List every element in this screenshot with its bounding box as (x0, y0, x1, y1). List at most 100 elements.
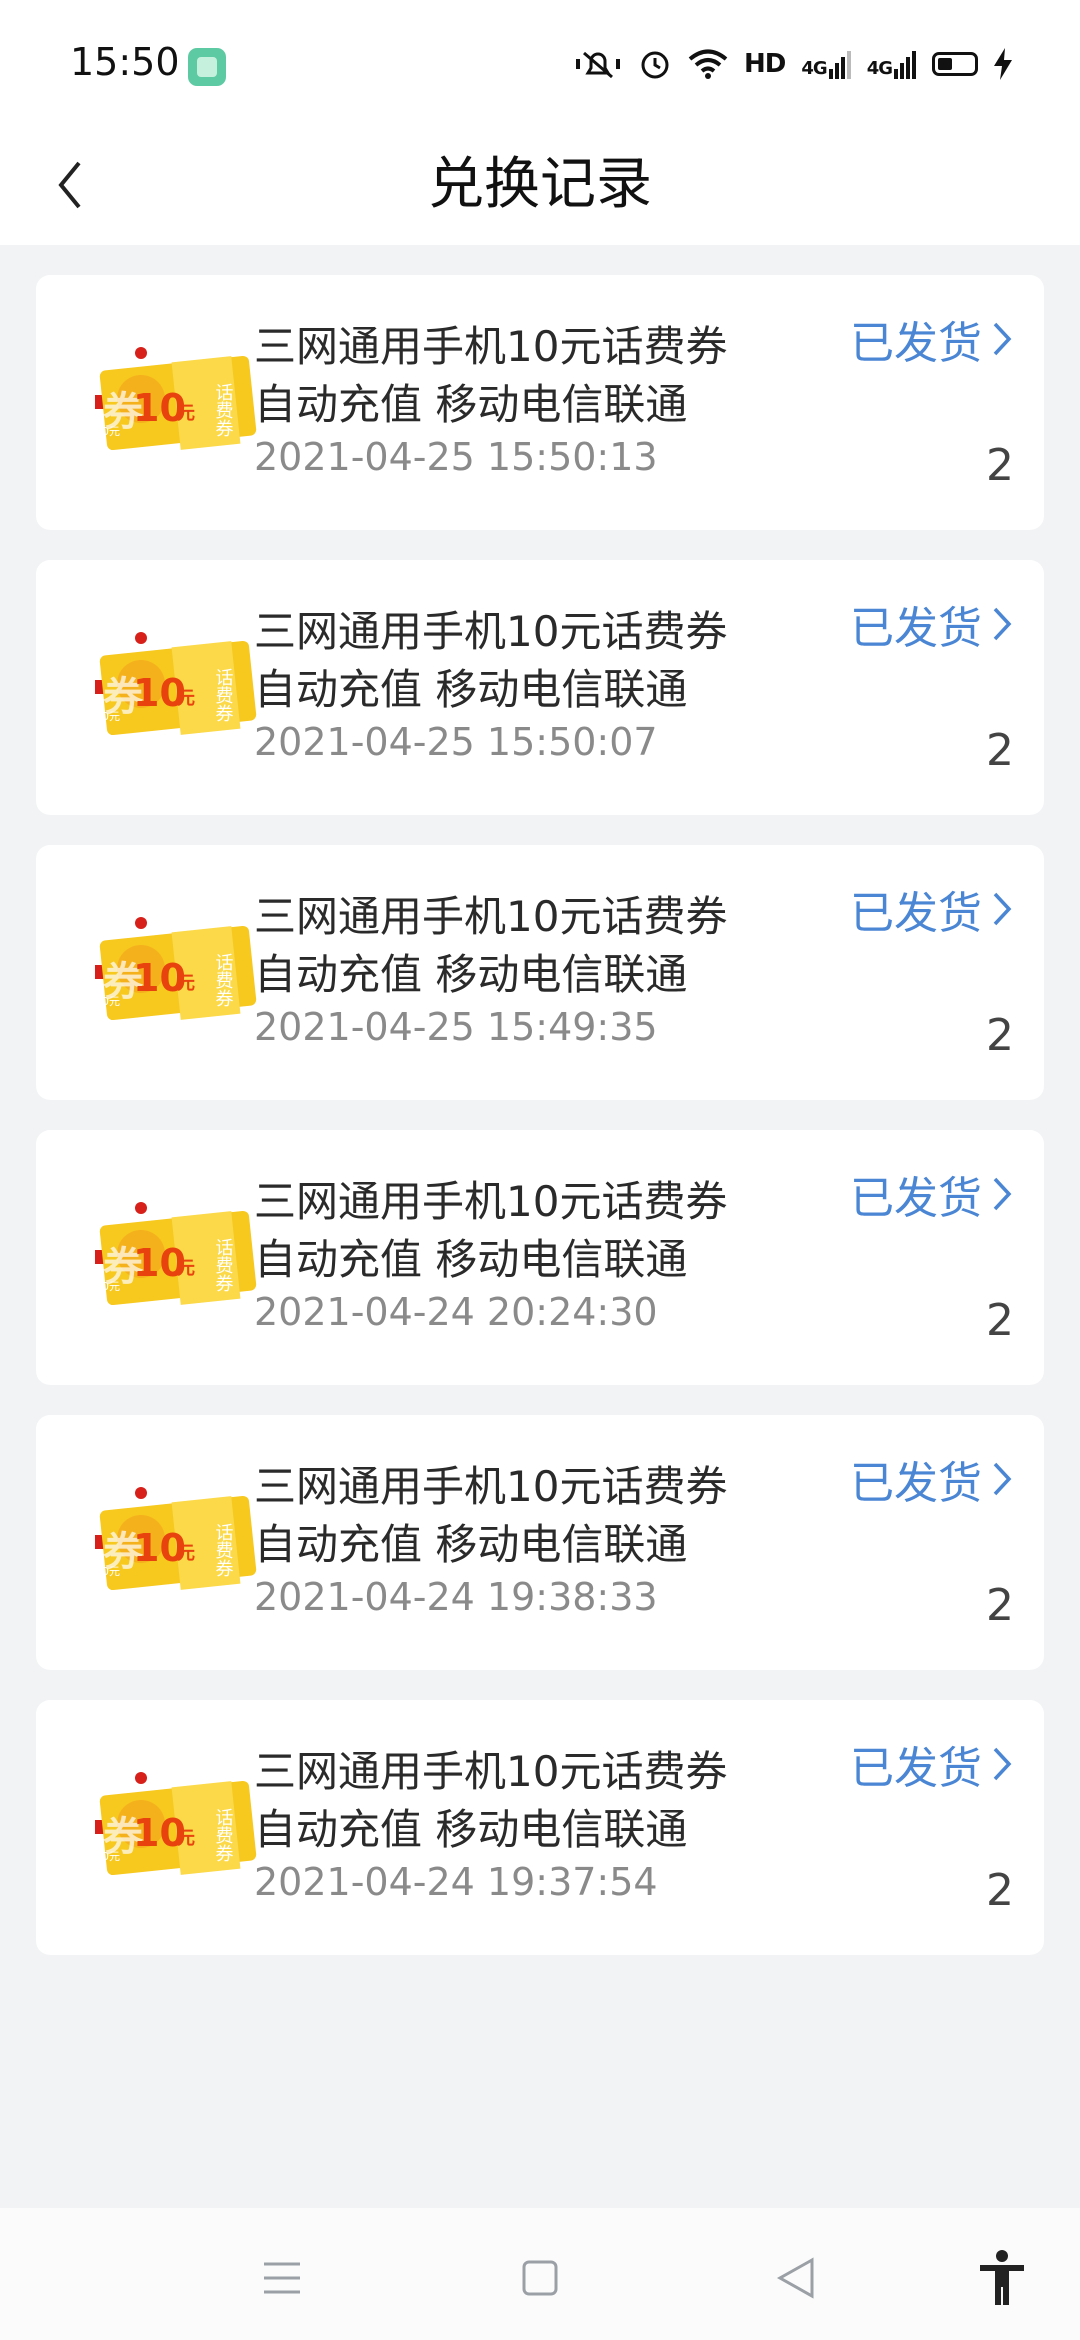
charging-icon (994, 48, 1012, 80)
svg-text:10元: 10元 (95, 995, 120, 1008)
record-quantity: 2 (986, 725, 1014, 776)
record-title-line2: 自动充值 移动电信联通 (254, 1520, 688, 1569)
status-icons: HD 4G 4G (574, 44, 1012, 84)
record-date: 2021-04-24 20:24:30 (254, 1290, 658, 1334)
record-quantity: 2 (986, 1010, 1014, 1061)
svg-text:元: 元 (177, 688, 195, 709)
system-nav-bar (0, 2208, 1080, 2340)
hd-label: HD (744, 49, 786, 79)
svg-text:10元: 10元 (95, 425, 120, 438)
shipped-status-text: 已发货 (850, 1173, 982, 1224)
coupon-image: 券 10 元 话费券 10元 (81, 1473, 271, 1613)
status-time: 15:50 (70, 40, 180, 84)
chevron-right-icon (993, 892, 1012, 926)
menu-button[interactable] (252, 2248, 312, 2308)
shipped-status-link[interactable]: 已发货 (850, 1162, 1012, 1226)
chevron-right-icon (993, 1462, 1012, 1496)
shipped-status-link[interactable]: 已发货 (850, 1732, 1012, 1796)
shipped-status-link[interactable]: 已发货 (850, 877, 1012, 941)
menu-icon (264, 2262, 300, 2294)
record-date: 2021-04-24 19:38:33 (254, 1575, 658, 1619)
svg-text:10元: 10元 (95, 1565, 120, 1578)
svg-text:话费券: 话费券 (213, 383, 234, 437)
record-quantity: 2 (986, 1295, 1014, 1346)
svg-text:元: 元 (177, 1543, 195, 1564)
record-quantity: 2 (986, 440, 1014, 491)
record-date: 2021-04-25 15:49:35 (254, 1005, 658, 1049)
record-title-line1: 三网通用手机10元话费券 (254, 607, 728, 656)
record-quantity: 2 (986, 1865, 1014, 1916)
wifi-icon (688, 48, 728, 80)
coupon-image: 券 10 元 话费券 10元 (81, 618, 271, 758)
app-icon (188, 48, 226, 86)
record-title-line1: 三网通用手机10元话费券 (254, 1747, 728, 1796)
svg-text:元: 元 (177, 973, 195, 994)
record-title-line2: 自动充值 移动电信联通 (254, 950, 688, 999)
svg-text:元: 元 (177, 1258, 195, 1279)
record-card[interactable]: 券 10 元 话费券 10元 三网通用手机10元话费券 自动充值 移动电信联通 … (36, 1415, 1044, 1670)
signal-icon: 4G (801, 49, 851, 79)
record-title-line2: 自动充值 移动电信联通 (254, 380, 688, 429)
mute-icon (574, 47, 622, 81)
record-title-line2: 自动充值 移动电信联通 (254, 1235, 688, 1284)
record-title-line1: 三网通用手机10元话费券 (254, 322, 728, 371)
record-title-line2: 自动充值 移动电信联通 (254, 665, 688, 714)
record-date: 2021-04-25 15:50:07 (254, 720, 658, 764)
battery-icon (932, 52, 978, 76)
accessibility-button[interactable] (972, 2248, 1032, 2308)
shipped-status-text: 已发货 (850, 318, 982, 369)
back-button[interactable] (30, 140, 110, 230)
record-card[interactable]: 券 10 元 话费券 10元 三网通用手机10元话费券 自动充值 移动电信联通 … (36, 1130, 1044, 1385)
signal-icon-2: 4G (867, 49, 916, 79)
accessibility-icon (980, 2250, 1024, 2305)
shipped-status-link[interactable]: 已发货 (850, 592, 1012, 656)
record-title-line2: 自动充值 移动电信联通 (254, 1805, 688, 1854)
shipped-status-text: 已发货 (850, 603, 982, 654)
coupon-image: 券 10 元 话费券 10元 (81, 1188, 271, 1328)
svg-text:话费券: 话费券 (213, 1238, 234, 1292)
alarm-icon (638, 47, 672, 81)
chevron-right-icon (993, 1177, 1012, 1211)
shipped-status-link[interactable]: 已发货 (850, 1447, 1012, 1511)
svg-text:话费券: 话费券 (213, 953, 234, 1007)
record-title-line1: 三网通用手机10元话费券 (254, 1462, 728, 1511)
svg-text:10元: 10元 (95, 1850, 120, 1863)
svg-text:元: 元 (177, 1828, 195, 1849)
page-title: 兑换记录 (428, 152, 652, 217)
shipped-status-link[interactable]: 已发货 (850, 307, 1012, 371)
svg-text:话费券: 话费券 (213, 1808, 234, 1862)
record-title-line1: 三网通用手机10元话费券 (254, 1177, 728, 1226)
status-bar: 15:50 HD 4G 4G (0, 0, 1080, 130)
record-title-line1: 三网通用手机10元话费券 (254, 892, 728, 941)
record-list: 券 10 元 话费券 10元 三网通用手机10元话费券 自动充值 移动电信联通 … (36, 275, 1044, 1985)
home-button[interactable] (510, 2248, 570, 2308)
chevron-right-icon (993, 607, 1012, 641)
shipped-status-text: 已发货 (850, 888, 982, 939)
record-date: 2021-04-24 19:37:54 (254, 1860, 658, 1904)
back-triangle-icon (776, 2257, 814, 2299)
record-date: 2021-04-25 15:50:13 (254, 435, 658, 479)
home-square-icon (522, 2260, 558, 2296)
record-card[interactable]: 券 10 元 话费券 10元 三网通用手机10元话费券 自动充值 移动电信联通 … (36, 1700, 1044, 1955)
svg-text:10元: 10元 (95, 710, 120, 723)
record-card[interactable]: 券 10 元 话费券 10元 三网通用手机10元话费券 自动充值 移动电信联通 … (36, 845, 1044, 1100)
signal2-label: 4G (866, 58, 893, 79)
shipped-status-text: 已发货 (850, 1458, 982, 1509)
shipped-status-text: 已发货 (850, 1743, 982, 1794)
chevron-right-icon (993, 1747, 1012, 1781)
coupon-image: 券 10 元 话费券 10元 (81, 903, 271, 1043)
record-quantity: 2 (986, 1580, 1014, 1631)
coupon-image: 券 10 元 话费券 10元 (81, 1758, 271, 1898)
coupon-image: 券 10 元 话费券 10元 (81, 333, 271, 473)
chevron-right-icon (993, 322, 1012, 356)
back-nav-button[interactable] (766, 2248, 826, 2308)
signal1-label: 4G (801, 58, 827, 79)
svg-text:10元: 10元 (95, 1280, 120, 1293)
header: 兑换记录 (0, 130, 1080, 245)
record-card[interactable]: 券 10 元 话费券 10元 三网通用手机10元话费券 自动充值 移动电信联通 … (36, 275, 1044, 530)
svg-text:元: 元 (177, 403, 195, 424)
chevron-left-icon (58, 161, 81, 209)
svg-text:话费券: 话费券 (213, 1523, 234, 1577)
record-card[interactable]: 券 10 元 话费券 10元 三网通用手机10元话费券 自动充值 移动电信联通 … (36, 560, 1044, 815)
svg-text:话费券: 话费券 (213, 668, 234, 722)
